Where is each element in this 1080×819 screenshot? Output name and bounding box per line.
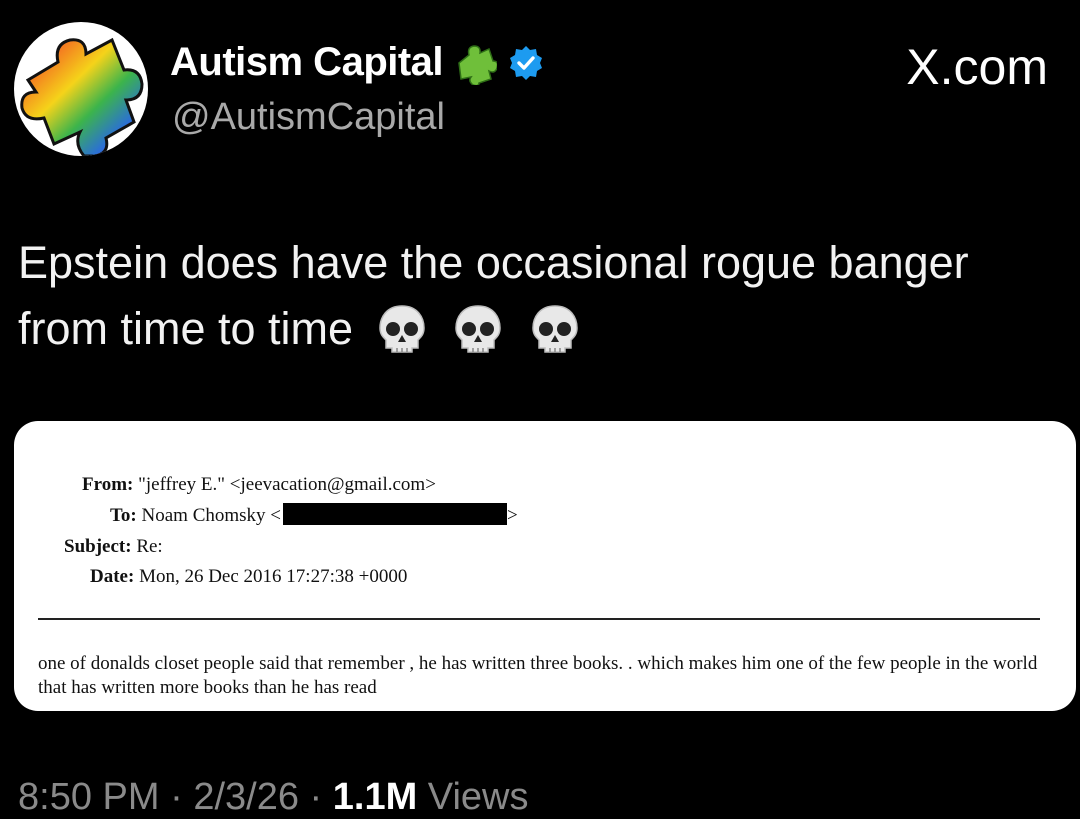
verified-badge-icon [507, 44, 545, 82]
email-from-label: From: [82, 474, 134, 495]
skull-icon [450, 302, 506, 358]
email-divider [38, 618, 1040, 620]
email-date-label: Date: [90, 566, 135, 587]
email-date-row: Date: Mon, 26 Dec 2016 17:27:38 +0000 [90, 565, 407, 589]
tweet-time[interactable]: 8:50 PM [18, 776, 160, 818]
email-to-value: Noam Chomsky < [141, 505, 282, 526]
email-from-value: "jeffrey E." <jeevacation@gmail.com> [138, 474, 436, 495]
author-handle[interactable]: @AutismCapital [172, 96, 445, 139]
rainbow-puzzle-icon [20, 37, 144, 156]
meta-separator: · [159, 776, 194, 818]
site-watermark: X.com [906, 39, 1048, 95]
email-to-row: To: Noam Chomsky < > [110, 503, 518, 528]
email-subject-row: Subject: Re: [64, 535, 163, 559]
email-from-row: From: "jeffrey E." <jeevacation@gmail.co… [82, 473, 436, 497]
email-to-suffix: > [507, 505, 518, 526]
email-date-value: Mon, 26 Dec 2016 17:27:38 +0000 [139, 566, 408, 587]
skull-icon [374, 302, 430, 358]
meta-separator: · [298, 776, 333, 818]
email-subject-label: Subject: [64, 536, 132, 557]
skull-icon [527, 302, 583, 358]
email-screenshot-card[interactable]: From: "jeffrey E." <jeevacation@gmail.co… [14, 421, 1076, 711]
email-subject-value: Re: [136, 536, 163, 557]
email-body: one of donalds closet people said that r… [38, 653, 1038, 698]
redaction-bar [283, 503, 508, 525]
tweet-date[interactable]: 2/3/26 [193, 776, 299, 818]
tweet-text: Epstein does have the occasional rogue b… [18, 230, 1068, 362]
tweet-meta: 8:50 PM · 2/3/26 · 1.1M Views [18, 776, 528, 819]
avatar[interactable] [14, 22, 148, 156]
views-label: Views [417, 776, 529, 818]
email-to-label: To: [110, 505, 137, 526]
puzzle-piece-icon [453, 41, 499, 86]
author-row: Autism Capital [170, 40, 545, 86]
views-count[interactable]: 1.1M [333, 776, 417, 818]
author-display-name[interactable]: Autism Capital [170, 40, 444, 85]
